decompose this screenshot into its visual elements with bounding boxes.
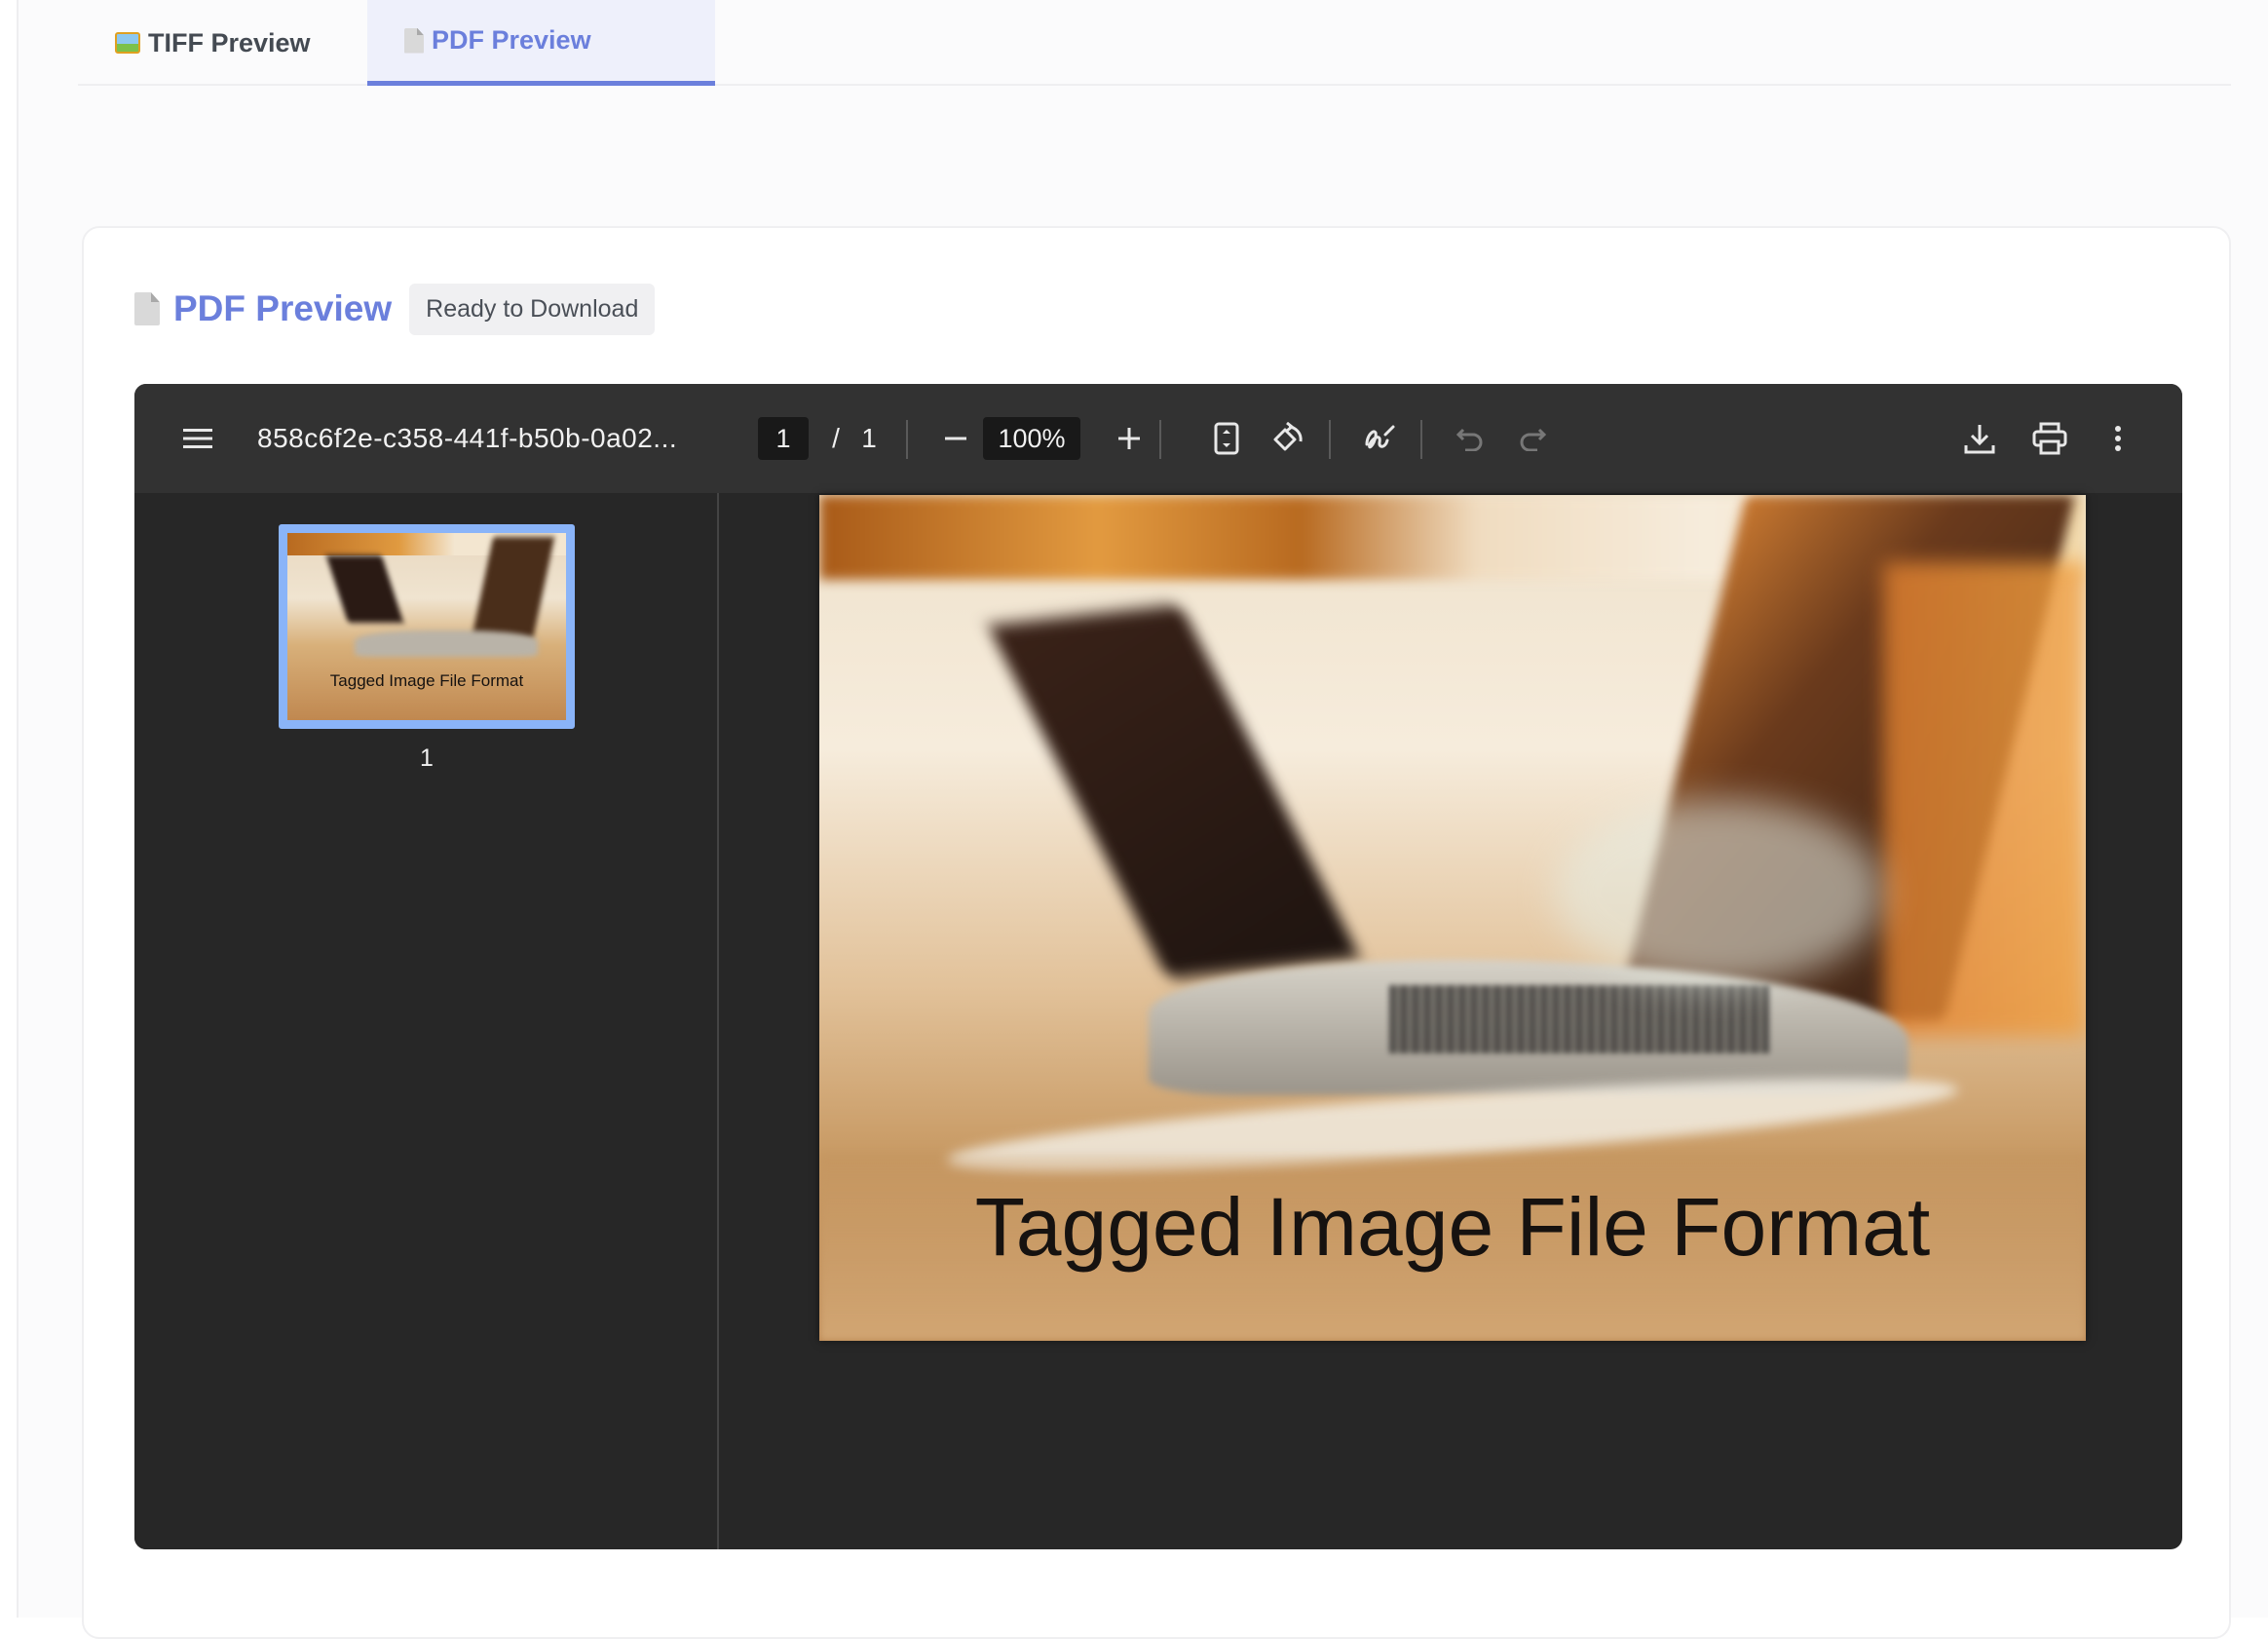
page-caption-text: Tagged Image File Format: [974, 1181, 1931, 1274]
toolbar-divider: [1329, 420, 1331, 459]
printer-icon: [2032, 422, 2067, 455]
zoom-in-button[interactable]: [1105, 384, 1153, 493]
more-options-button[interactable]: [2098, 384, 2137, 493]
pdf-page: Tagged Image File Format: [819, 495, 2086, 1341]
toolbar-divider: [906, 420, 908, 459]
rotate-button[interactable]: [1263, 384, 1311, 493]
thumbnail-caption: Tagged Image File Format: [329, 671, 524, 691]
pdf-preview-card: PDF Preview Ready to Download 858c6f2e-c…: [82, 226, 2231, 1639]
undo-button[interactable]: [1446, 384, 1494, 493]
preview-tabs: TIFF Preview PDF Preview: [78, 0, 2231, 86]
document-icon: [134, 292, 160, 325]
tab-tiff-preview[interactable]: TIFF Preview: [78, 0, 365, 86]
rotate-icon: [1273, 422, 1303, 451]
redo-button[interactable]: [1508, 384, 1557, 493]
tab-pdf-preview[interactable]: PDF Preview: [367, 0, 715, 86]
toolbar-divider: [1420, 420, 1422, 459]
thumbnail-sidebar: Tagged Image File Format 1: [134, 493, 719, 1549]
tab-label: TIFF Preview: [148, 27, 311, 57]
zoom-level-input[interactable]: 100%: [983, 417, 1080, 460]
undo-icon: [1455, 428, 1483, 451]
fit-to-page-button[interactable]: [1202, 384, 1251, 493]
toolbar-divider: [1159, 420, 1161, 459]
fit-page-icon: [1214, 422, 1239, 455]
card-header: PDF Preview Ready to Download: [134, 283, 656, 335]
zoom-out-button[interactable]: [931, 384, 980, 493]
page-view-area: Tagged Image File Format: [721, 493, 2182, 1549]
minus-icon: [945, 437, 966, 440]
download-button[interactable]: [1952, 384, 2007, 493]
viewer-toolbar: 858c6f2e-c358-441f-b50b-0a02... / 1 100%: [134, 384, 2182, 493]
plus-icon: [1118, 428, 1140, 449]
total-pages: 1: [861, 423, 877, 453]
tab-label: PDF Preview: [432, 25, 591, 55]
pdf-viewer: 858c6f2e-c358-441f-b50b-0a02... / 1 100%: [134, 384, 2182, 1549]
image-icon: [115, 32, 140, 54]
card-title: PDF Preview: [173, 288, 393, 328]
download-icon: [1964, 425, 1995, 454]
thumbnail-image: Tagged Image File Format: [287, 533, 566, 720]
sidebar-menu-button[interactable]: [173, 384, 222, 493]
annotate-button[interactable]: [1356, 384, 1405, 493]
more-vertical-icon: [2115, 426, 2121, 451]
document-icon: [404, 27, 424, 54]
page-number-input[interactable]: [758, 417, 809, 460]
document-filename: 858c6f2e-c358-441f-b50b-0a02...: [257, 423, 678, 453]
status-badge: Ready to Download: [409, 283, 656, 335]
print-button[interactable]: [2022, 384, 2077, 493]
page-thumbnail[interactable]: Tagged Image File Format: [279, 524, 575, 729]
redo-icon: [1520, 428, 1547, 451]
signature-icon: [1365, 425, 1395, 449]
page-image: Tagged Image File Format: [819, 495, 2086, 1341]
hamburger-menu-icon: [183, 429, 212, 448]
thumbnail-page-number: 1: [420, 744, 434, 772]
